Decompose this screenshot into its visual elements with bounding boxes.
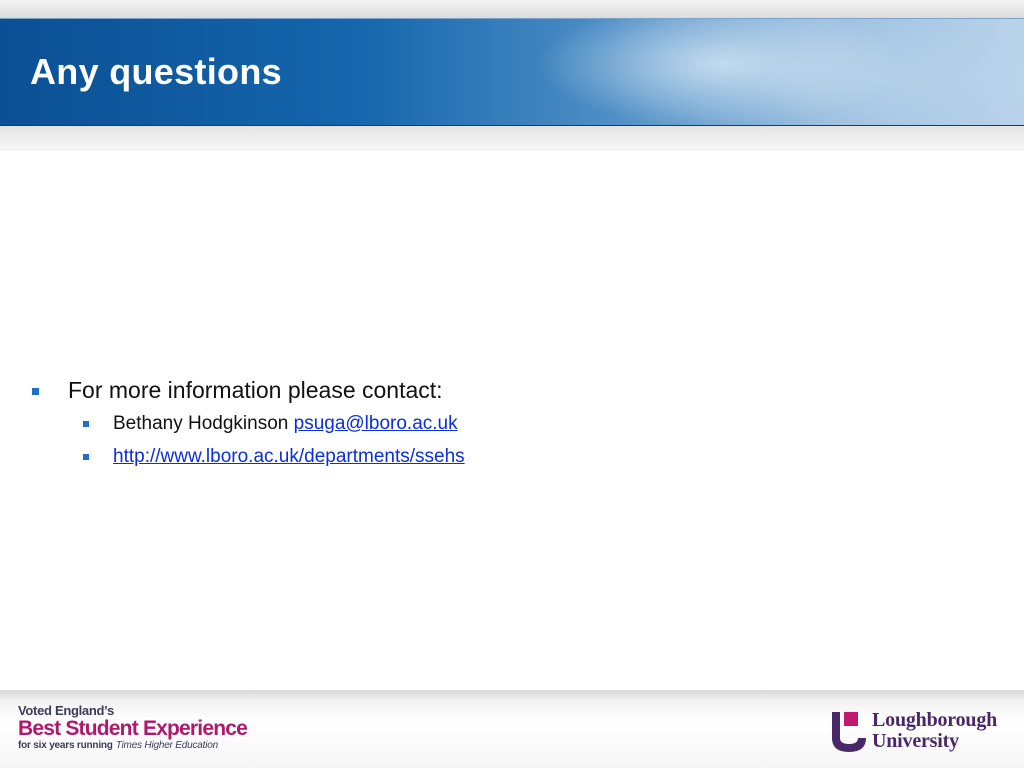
award-badge: Voted England’s Best Student Experience … bbox=[18, 704, 258, 752]
email-link[interactable]: psuga@lboro.ac.uk bbox=[294, 413, 458, 434]
title-underline-strip bbox=[0, 126, 1024, 150]
bullet-item-name: Bethany Hodgkinson psuga@lboro.ac.uk bbox=[113, 412, 458, 436]
square-bullet-icon bbox=[83, 421, 89, 427]
bullet-item-website: http://www.lboro.ac.uk/departments/ssehs bbox=[113, 445, 465, 469]
award-line-3: for six years running Times Higher Educat… bbox=[18, 740, 258, 752]
logo-line-2: University bbox=[872, 730, 959, 752]
award-duration: for six years running bbox=[18, 740, 113, 751]
square-bullet-icon bbox=[83, 454, 89, 460]
university-logo: Loughborough University bbox=[832, 710, 1012, 754]
website-link[interactable]: http://www.lboro.ac.uk/departments/ssehs bbox=[113, 446, 465, 467]
award-source: Times Higher Education bbox=[115, 740, 218, 751]
bullet-item-contact: For more information please contact: bbox=[68, 377, 443, 403]
award-line-1: Voted England’s bbox=[18, 703, 114, 718]
award-line-2: Best Student Experience bbox=[18, 717, 248, 740]
logo-line-1: Loughborough bbox=[872, 709, 998, 731]
loughborough-logo-icon bbox=[832, 712, 866, 752]
logo-wordmark: Loughborough University bbox=[872, 710, 997, 752]
slide-title: Any questions bbox=[30, 51, 282, 92]
top-strip bbox=[0, 0, 1024, 20]
footer: Voted England’s Best Student Experience … bbox=[0, 690, 1024, 768]
square-bullet-icon bbox=[32, 388, 39, 395]
contact-name: Bethany Hodgkinson bbox=[113, 413, 289, 434]
